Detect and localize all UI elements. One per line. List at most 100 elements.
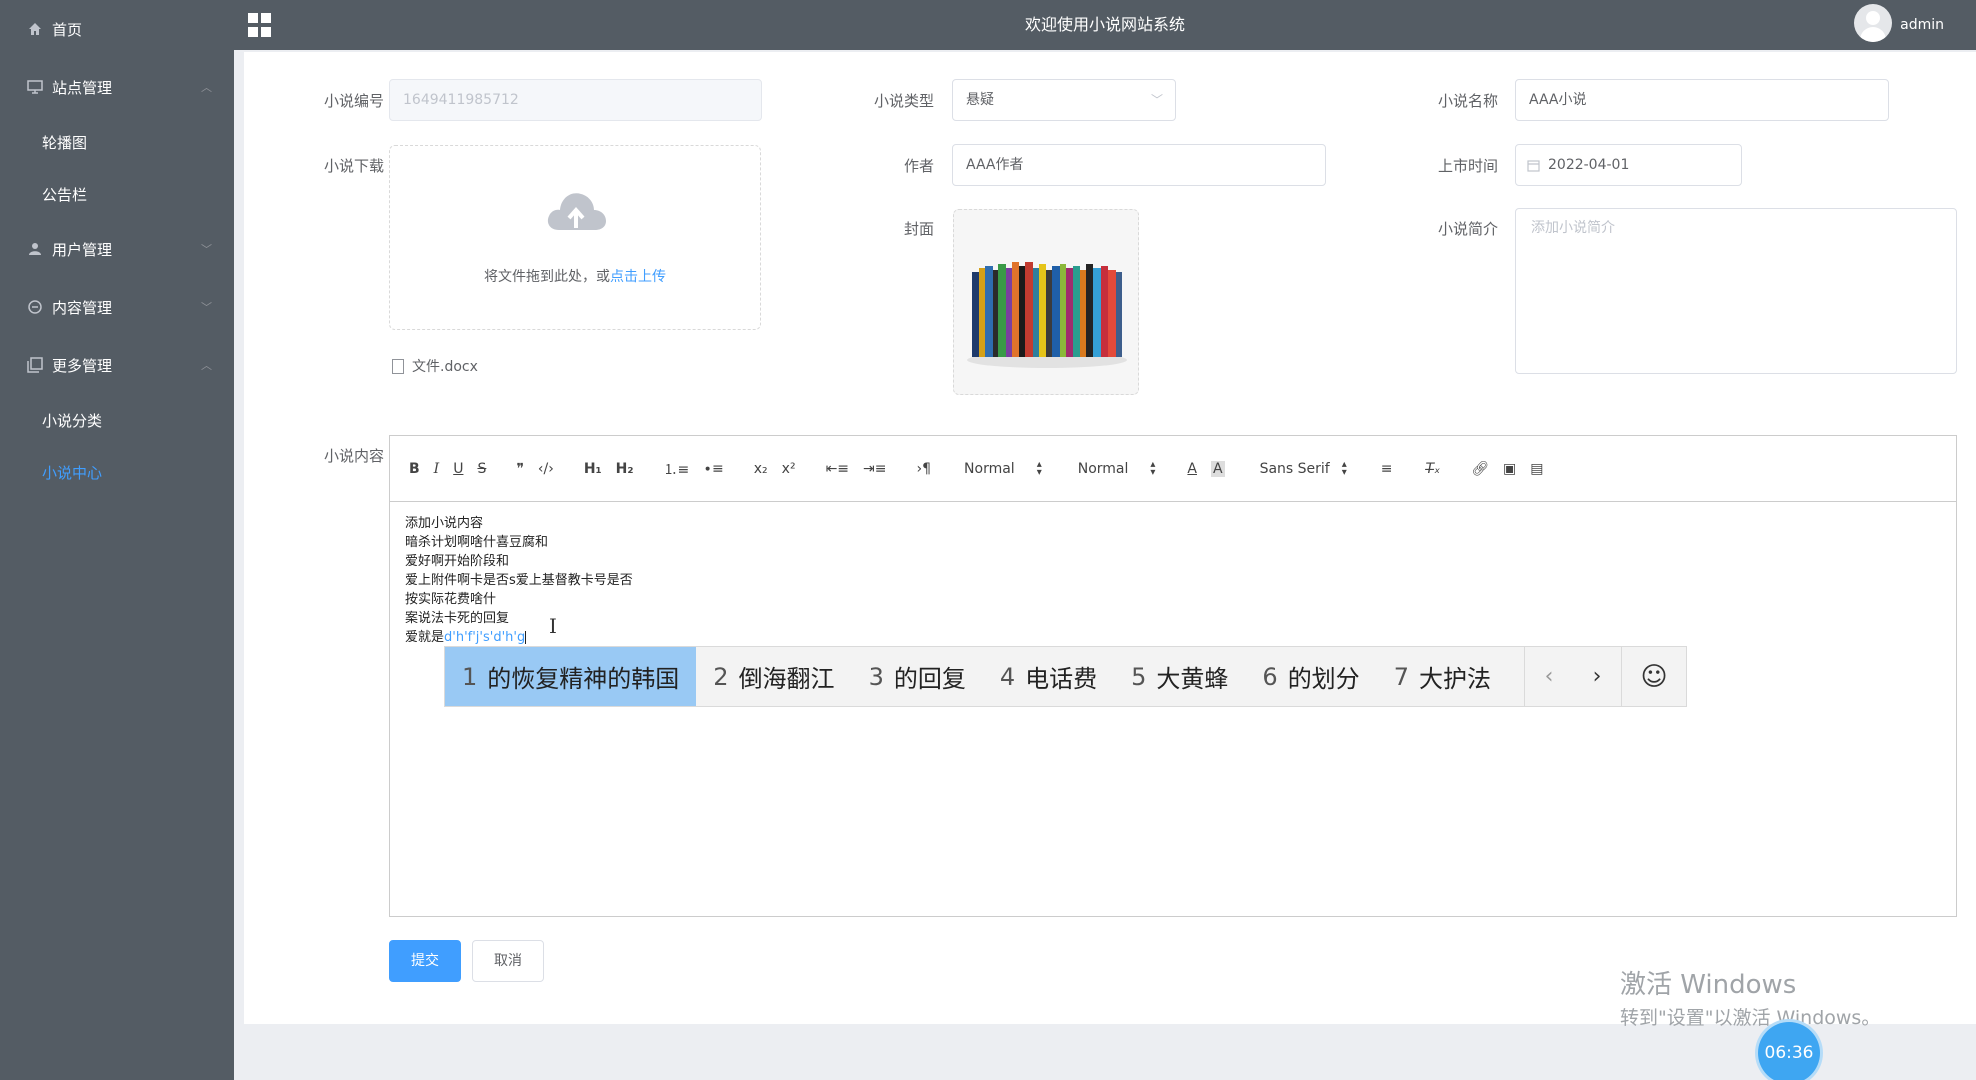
outdent-icon[interactable]: ⇤≡ bbox=[826, 461, 849, 477]
chevron-down-icon: ﹀ bbox=[1150, 93, 1163, 107]
content-line: 爱上附件啊卡是否s爱上基督教卡号是否 bbox=[405, 573, 633, 588]
subscript-icon[interactable]: x₂ bbox=[754, 461, 768, 477]
emoji-icon[interactable]: ☺ bbox=[1622, 662, 1686, 692]
windows-activation-watermark: 激活 Windows 转到"设置"以激活 Windows。 bbox=[1620, 964, 1880, 1030]
chevron-down-icon: ﹀ bbox=[201, 301, 212, 314]
name-label: 小说名称 bbox=[1437, 92, 1498, 110]
bullet-list-icon[interactable]: ∙≡ bbox=[703, 461, 724, 477]
date-picker[interactable]: 2022-04-01 bbox=[1515, 144, 1742, 186]
clear-format-icon[interactable]: T̶ₓ bbox=[1426, 461, 1441, 477]
type-label: 小说类型 bbox=[873, 92, 934, 110]
chevron-up-icon: ︿ bbox=[201, 81, 212, 94]
sidebar-menu-site[interactable]: 站点管理 ︿ bbox=[0, 58, 234, 116]
author-label: 作者 bbox=[903, 157, 934, 175]
sidebar-item-carousel[interactable]: 轮播图 bbox=[0, 116, 234, 168]
cover-label: 封面 bbox=[903, 220, 934, 238]
intro-label: 小说简介 bbox=[1437, 220, 1498, 238]
ime-candidate-text: 大黄蜂 bbox=[1156, 665, 1229, 693]
type-select[interactable]: 悬疑 ﹀ bbox=[952, 79, 1176, 121]
sidebar-item-novel-center[interactable]: 小说中心 bbox=[0, 446, 234, 498]
intro-textarea[interactable]: 添加小说简介 bbox=[1515, 208, 1957, 374]
recording-timer[interactable]: 06:36 bbox=[1758, 1022, 1820, 1080]
sidebar-item-novel-category[interactable]: 小说分类 bbox=[0, 394, 234, 446]
page-title: 欢迎使用小说网站系统 bbox=[1024, 15, 1185, 34]
superscript-icon[interactable]: x² bbox=[782, 461, 796, 477]
blockquote-icon[interactable]: ❞ bbox=[516, 461, 524, 477]
editor-content[interactable]: 添加小说内容 暗杀计划啊啥什喜豆腐和 爱好啊开始阶段和 爱上附件啊卡是否s爱上基… bbox=[390, 502, 1956, 659]
align-icon[interactable]: ≡ bbox=[1381, 461, 1393, 477]
sidebar-item-home[interactable]: 首页 bbox=[0, 0, 234, 58]
italic-icon[interactable]: I bbox=[434, 461, 440, 477]
chevron-right-icon[interactable]: › bbox=[1573, 664, 1621, 689]
ime-candidate-number: 7 bbox=[1393, 662, 1409, 691]
sidebar-menu-content[interactable]: 内容管理 ﹀ bbox=[0, 278, 234, 336]
submit-button[interactable]: 提交 bbox=[389, 940, 461, 982]
text-direction-icon[interactable]: ›¶ bbox=[917, 461, 932, 477]
username[interactable]: admin bbox=[1900, 0, 1944, 50]
ime-candidate-text: 电话费 bbox=[1025, 665, 1098, 693]
ime-candidate-text: 的划分 bbox=[1287, 665, 1360, 693]
avatar[interactable] bbox=[1854, 4, 1892, 42]
sidebar-item-label: 轮播图 bbox=[42, 133, 88, 152]
text-color-icon[interactable]: A bbox=[1187, 461, 1197, 477]
font-select-value: Sans Serif bbox=[1259, 460, 1330, 477]
ime-candidate-number: 4 bbox=[999, 662, 1016, 691]
author-field[interactable]: AAA作者 bbox=[952, 144, 1326, 186]
ime-nav: ‹ › ☺ bbox=[1524, 647, 1686, 706]
sidebar: 首页 站点管理 ︿ 轮播图 公告栏 用户管理 ﹀ 内容管理 ﹀ 更多管理 ︿ 小… bbox=[0, 0, 234, 1080]
cover-upload[interactable] bbox=[953, 209, 1139, 395]
code-block-icon[interactable]: ‹/› bbox=[538, 461, 554, 477]
ime-candidate[interactable]: 1 的恢复精神的韩国 bbox=[445, 647, 697, 706]
background-color-icon[interactable]: A bbox=[1210, 460, 1225, 477]
ordered-list-icon[interactable]: ⒈≡ bbox=[664, 459, 690, 479]
content-line: 案说法卡死的回复 bbox=[405, 611, 510, 626]
id-field: 1649411985712 bbox=[389, 79, 762, 121]
header-select-value: Normal bbox=[964, 460, 1015, 477]
date-value: 2022-04-01 bbox=[1548, 157, 1630, 173]
bold-icon[interactable]: B bbox=[409, 461, 420, 477]
sidebar-item-label: 首页 bbox=[52, 20, 83, 39]
upload-dropzone[interactable]: 将文件拖到此处，或点击上传 bbox=[389, 145, 761, 330]
ime-candidate[interactable]: 4 电话费 bbox=[983, 647, 1114, 706]
sidebar-item-label: 站点管理 bbox=[52, 78, 113, 97]
header-select[interactable]: Normal ▴ ▾ bbox=[964, 458, 1042, 478]
watermark-subtitle: 转到"设置"以激活 Windows。 bbox=[1620, 1007, 1881, 1029]
file-name: 文件.docx bbox=[412, 359, 478, 375]
ime-candidate[interactable]: 6 的划分 bbox=[1245, 647, 1376, 706]
sidebar-item-notice[interactable]: 公告栏 bbox=[0, 168, 234, 220]
link-icon[interactable]: 🔗︎ bbox=[1471, 461, 1489, 477]
image-icon[interactable]: ▣ bbox=[1503, 461, 1516, 477]
video-icon[interactable]: ▤ bbox=[1530, 461, 1543, 477]
sidebar-menu-more[interactable]: 更多管理 ︿ bbox=[0, 336, 234, 394]
header2-icon[interactable]: H₂ bbox=[616, 461, 634, 477]
user-icon bbox=[26, 240, 44, 258]
strike-icon[interactable]: S bbox=[477, 461, 486, 477]
name-field[interactable]: AAA小说 bbox=[1515, 79, 1889, 121]
copy-icon bbox=[26, 356, 44, 374]
home-icon bbox=[26, 20, 44, 38]
sidebar-menu-user[interactable]: 用户管理 ﹀ bbox=[0, 220, 234, 278]
sidebar-item-label: 内容管理 bbox=[52, 298, 113, 317]
sidebar-item-label: 公告栏 bbox=[42, 185, 88, 204]
updown-icon: ▴ ▾ bbox=[1036, 458, 1042, 478]
upload-link[interactable]: 点击上传 bbox=[610, 269, 666, 285]
cancel-button[interactable]: 取消 bbox=[472, 940, 544, 982]
size-select[interactable]: Normal ▴ ▾ bbox=[1078, 459, 1156, 477]
composing-text: d'h'f'j's'd'h'g bbox=[444, 630, 526, 645]
ime-candidate[interactable]: 5 大黄蜂 bbox=[1114, 647, 1245, 706]
ime-candidate-text: 倒海翻江 bbox=[738, 665, 835, 693]
ime-candidate[interactable]: 3 的回复 bbox=[852, 647, 983, 706]
ime-candidate-number: 2 bbox=[713, 662, 729, 691]
underline-icon[interactable]: U bbox=[453, 461, 463, 477]
header1-icon[interactable]: H₁ bbox=[584, 461, 602, 477]
font-select[interactable]: Sans Serif ▴ ▾ bbox=[1259, 459, 1347, 477]
ime-candidate[interactable]: 2 倒海翻江 bbox=[696, 647, 851, 706]
sidebar-item-label: 更多管理 bbox=[52, 356, 113, 375]
download-label: 小说下载 bbox=[323, 157, 384, 175]
chevron-left-icon[interactable]: ‹ bbox=[1525, 664, 1573, 689]
ime-candidate[interactable]: 7 大护法 bbox=[1377, 647, 1508, 706]
indent-icon[interactable]: ⇥≡ bbox=[863, 461, 886, 477]
content-line-composing: 爱就是d'h'f'j's'd'h'g bbox=[405, 628, 1941, 647]
document-icon bbox=[392, 358, 404, 374]
uploaded-file[interactable]: 文件.docx bbox=[392, 356, 478, 376]
